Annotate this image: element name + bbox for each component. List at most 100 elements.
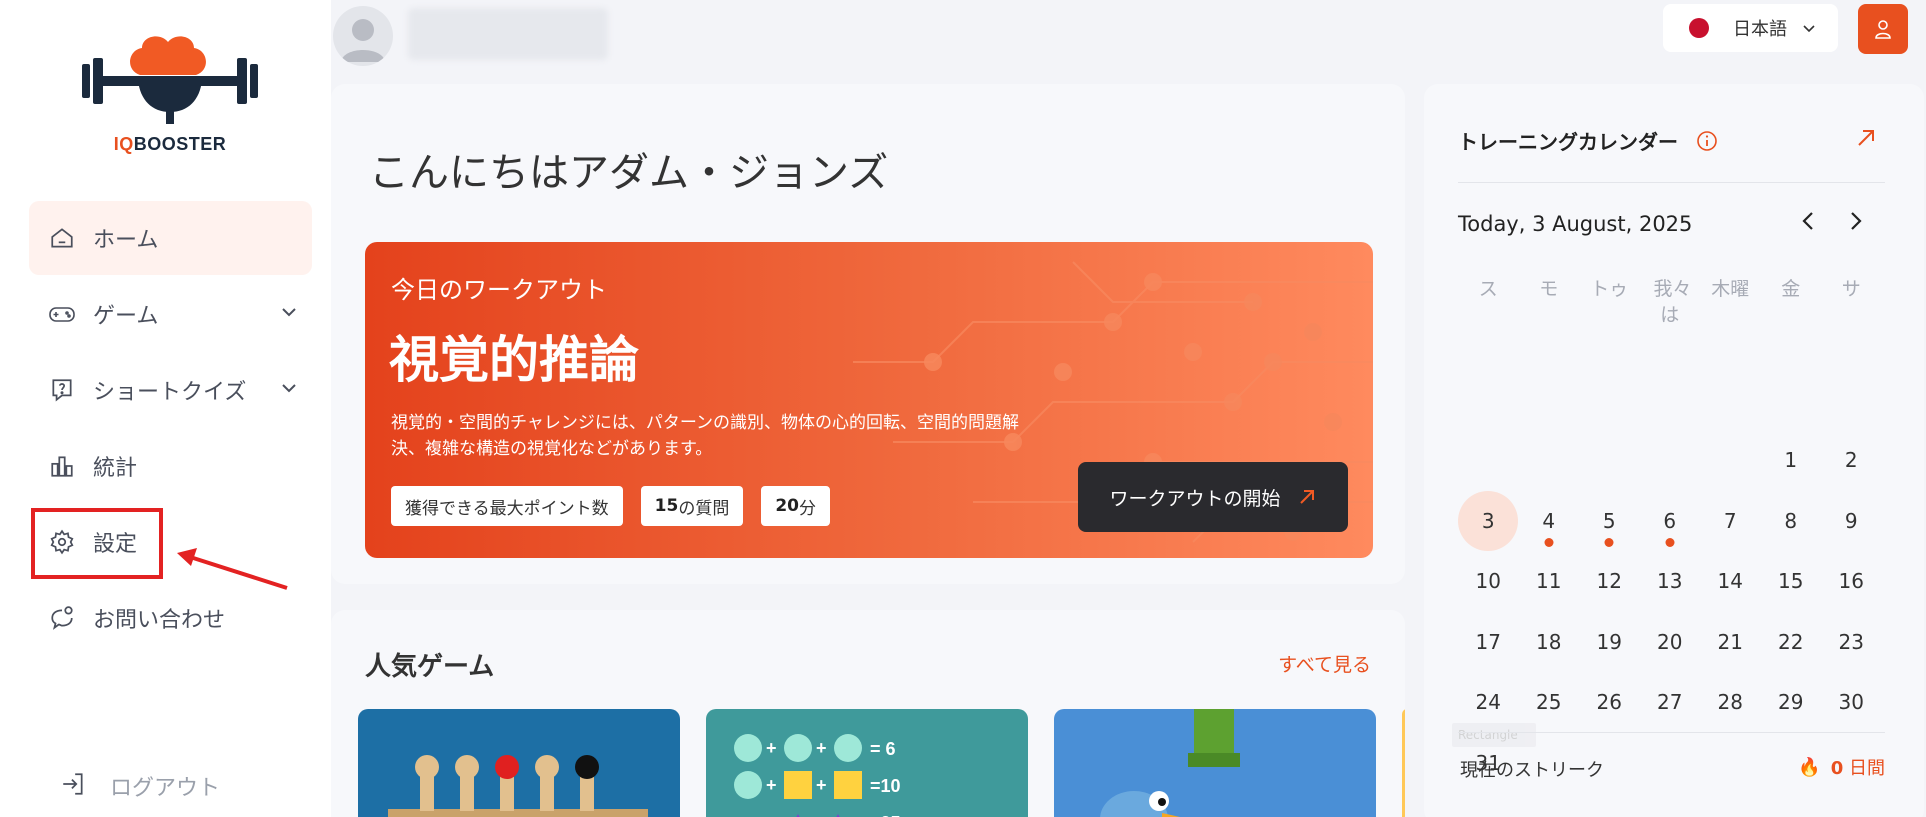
- calendar-day[interactable]: 19: [1579, 612, 1640, 673]
- user-avatar-icon: [341, 19, 385, 62]
- game-card-equations[interactable]: + + = 6 + + =10 =25: [706, 709, 1028, 817]
- calendar-day[interactable]: 20: [1640, 612, 1701, 673]
- calendar-empty-cell: [1519, 430, 1580, 491]
- calendar-day[interactable]: 12: [1579, 551, 1640, 612]
- calendar-day[interactable]: 26: [1579, 672, 1640, 733]
- chevron-down-icon[interactable]: [280, 303, 298, 321]
- calendar-empty-cell: [1640, 430, 1701, 491]
- highlight-box: [31, 508, 163, 579]
- calendar-day[interactable]: 5: [1579, 491, 1640, 552]
- calendar-day[interactable]: 3: [1458, 490, 1519, 552]
- chevron-down-icon: [1803, 25, 1815, 33]
- calendar-day[interactable]: 11: [1519, 551, 1580, 612]
- calendar-day-number: 19: [1596, 629, 1622, 654]
- see-all-link[interactable]: すべて見る: [1278, 650, 1371, 677]
- calendar-day[interactable]: 29: [1761, 672, 1822, 733]
- questions-unit: の質問: [678, 498, 730, 519]
- calendar-day-number: 6: [1663, 508, 1677, 533]
- streak-unit: 日間: [1849, 758, 1885, 779]
- calendar-day-number: 28: [1717, 690, 1743, 715]
- calendar-day[interactable]: 8: [1761, 491, 1822, 552]
- logout-button[interactable]: ログアウト: [60, 770, 220, 802]
- sidebar-item-label: お問い合わせ: [93, 608, 226, 633]
- calendar-day-number: 30: [1838, 690, 1864, 715]
- calendar-day[interactable]: 23: [1821, 612, 1882, 673]
- calendar-day[interactable]: 4: [1519, 491, 1580, 552]
- chevron-left-icon[interactable]: [1798, 210, 1820, 232]
- calendar-day-number: 7: [1723, 508, 1737, 533]
- chevron-right-icon[interactable]: [1844, 210, 1866, 232]
- game-card-pegs[interactable]: [358, 709, 680, 817]
- calendar-day-number: 24: [1475, 690, 1501, 715]
- calendar-day-number: 27: [1657, 690, 1683, 715]
- workout-subtitle: 今日のワークアウト: [391, 276, 607, 304]
- chart-icon: [47, 451, 77, 481]
- game-card-flappy[interactable]: [1054, 709, 1376, 817]
- calendar-day-number: 14: [1717, 569, 1743, 594]
- calendar-day[interactable]: 28: [1700, 672, 1761, 733]
- start-workout-button[interactable]: ワークアウトの開始: [1078, 462, 1348, 532]
- user-name-blurred: [408, 8, 608, 60]
- calendar-day[interactable]: 14: [1700, 551, 1761, 612]
- calendar-day[interactable]: 16: [1821, 551, 1882, 612]
- calendar-day[interactable]: 30: [1821, 672, 1882, 733]
- weekday-label: 金: [1781, 278, 1801, 300]
- calendar-day[interactable]: 10: [1458, 551, 1519, 612]
- avatar[interactable]: [333, 6, 393, 66]
- brand-logo[interactable]: IQBOOSTER: [80, 30, 260, 155]
- sidebar-item-label: ショートクイズ: [93, 380, 247, 405]
- streak-count: 0: [1830, 758, 1844, 779]
- arrow-up-right-icon[interactable]: [1856, 128, 1876, 148]
- sidebar-item-statistics[interactable]: 統計: [29, 429, 312, 503]
- game-card-partial[interactable]: [1402, 709, 1405, 817]
- rectangle-overlay-label: Rectangle: [1452, 723, 1536, 747]
- calendar-day[interactable]: 15: [1761, 551, 1822, 612]
- gamepad-icon: [47, 299, 77, 329]
- brain-dumbbell-icon: [82, 36, 258, 124]
- weekday-label: ス: [1478, 278, 1498, 300]
- calendar-day-number: 18: [1536, 629, 1562, 654]
- calendar-day[interactable]: 2: [1821, 430, 1882, 491]
- start-workout-label: ワークアウトの開始: [1109, 487, 1281, 510]
- calendar-day[interactable]: 22: [1761, 612, 1822, 673]
- info-icon[interactable]: [1696, 130, 1718, 152]
- max-points-chip: 獲得できる最大ポイント数: [391, 486, 623, 526]
- user-profile-button[interactable]: [1858, 4, 1908, 54]
- calendar-day[interactable]: 9: [1821, 491, 1882, 552]
- calendar-day[interactable]: 17: [1458, 612, 1519, 673]
- calendar-day[interactable]: 13: [1640, 551, 1701, 612]
- sidebar-item-home[interactable]: ホーム: [29, 201, 312, 275]
- calendar-day-number: 21: [1717, 629, 1743, 654]
- calendar-week-row: 12: [1458, 430, 1882, 491]
- calendar-empty-cell: [1458, 430, 1519, 491]
- calendar-day-number: 4: [1542, 508, 1556, 533]
- questions-chip: 15 の質問: [640, 486, 744, 526]
- chevron-down-icon[interactable]: [280, 379, 298, 397]
- activity-dot: [1665, 538, 1675, 547]
- svg-text:+: +: [816, 775, 827, 795]
- sidebar-item-short-quiz[interactable]: ショートクイズ: [29, 353, 312, 427]
- calendar-day[interactable]: 18: [1519, 612, 1580, 673]
- svg-text:=25: =25: [870, 813, 901, 817]
- svg-text:+: +: [766, 738, 777, 758]
- sidebar-item-games[interactable]: ゲーム: [29, 277, 312, 351]
- calendar-day[interactable]: 6: [1640, 491, 1701, 552]
- language-select[interactable]: 日本語: [1663, 4, 1838, 52]
- calendar-week-row: 3 4 5 6 7 8 9: [1458, 490, 1882, 552]
- workout-chips: 獲得できる最大ポイント数 15 の質問 20 分: [391, 486, 831, 526]
- dashboard-main-card: こんにちはアダム・ジョンズ 今日のワークアウト 視覚的推論 視覚的・空間的チャレ…: [331, 84, 1405, 584]
- calendar-day-number: 5: [1602, 508, 1616, 533]
- calendar-day[interactable]: 7: [1700, 491, 1761, 552]
- todays-workout-banner: 今日のワークアウト 視覚的推論 視覚的・空間的チャレンジには、パターンの識別、物…: [365, 242, 1373, 558]
- calendar-day-number: 29: [1778, 690, 1804, 715]
- svg-text:+: +: [766, 775, 777, 795]
- sidebar-item-label: ホーム: [93, 228, 159, 253]
- red-arrow-annotation: [177, 548, 288, 590]
- questions-count: 15: [654, 496, 679, 516]
- flappy-bird-game-thumbnail-icon: [1100, 709, 1240, 817]
- calendar-day-number: 20: [1657, 629, 1683, 654]
- calendar-day[interactable]: 21: [1700, 612, 1761, 673]
- calendar-day[interactable]: 27: [1640, 672, 1701, 733]
- calendar-day[interactable]: 1: [1761, 430, 1822, 491]
- user-icon: [1875, 20, 1891, 39]
